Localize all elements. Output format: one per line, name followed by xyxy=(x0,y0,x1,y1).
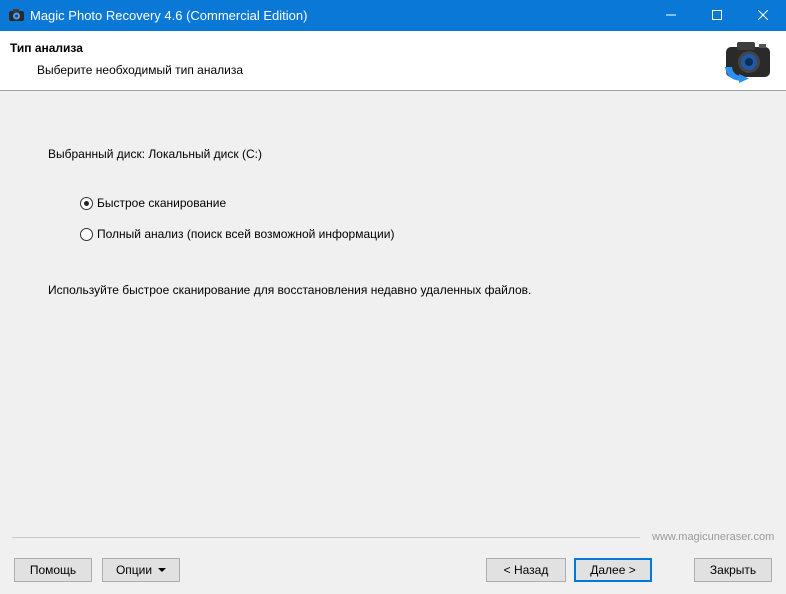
full-analysis-option[interactable]: Полный анализ (поиск всей возможной инфо… xyxy=(80,227,394,241)
selected-disk-label: Выбранный диск: Локальный диск (C:) xyxy=(48,147,262,161)
wizard-header: Тип анализа Выберите необходимый тип ана… xyxy=(0,31,786,91)
full-analysis-label[interactable]: Полный анализ (поиск всей возможной инфо… xyxy=(97,227,394,241)
quick-scan-radio[interactable] xyxy=(80,196,93,210)
options-button[interactable]: Опции xyxy=(102,558,180,582)
scan-hint-text: Используйте быстрое сканирование для вос… xyxy=(48,283,532,297)
full-analysis-radio[interactable] xyxy=(80,227,93,241)
back-button[interactable]: < Назад xyxy=(486,558,566,582)
close-window-button[interactable] xyxy=(740,0,786,31)
maximize-button[interactable] xyxy=(694,0,740,31)
help-button[interactable]: Помощь xyxy=(14,558,92,582)
chevron-down-icon xyxy=(158,568,167,572)
close-icon xyxy=(758,10,768,20)
footer-divider xyxy=(12,537,640,538)
wizard-content: Выбранный диск: Локальный диск (C:) Быст… xyxy=(0,92,786,522)
minimize-icon xyxy=(666,14,676,16)
camera-recovery-logo-icon xyxy=(725,42,770,83)
window-title: Magic Photo Recovery 4.6 (Commercial Edi… xyxy=(30,8,308,23)
next-button[interactable]: Далее > xyxy=(574,558,652,582)
minimize-button[interactable] xyxy=(648,0,694,31)
close-button[interactable]: Закрыть xyxy=(694,558,772,582)
page-subtitle: Выберите необходимый тип анализа xyxy=(37,63,244,77)
camera-app-icon xyxy=(9,9,24,21)
quick-scan-label[interactable]: Быстрое сканирование xyxy=(97,196,226,210)
title-bar[interactable]: Magic Photo Recovery 4.6 (Commercial Edi… xyxy=(0,0,786,31)
website-label: www.magicuneraser.com xyxy=(652,531,775,543)
maximize-icon xyxy=(712,10,722,20)
page-title: Тип анализа xyxy=(10,41,83,55)
quick-scan-option[interactable]: Быстрое сканирование xyxy=(80,196,226,210)
options-label: Опции xyxy=(115,563,153,577)
